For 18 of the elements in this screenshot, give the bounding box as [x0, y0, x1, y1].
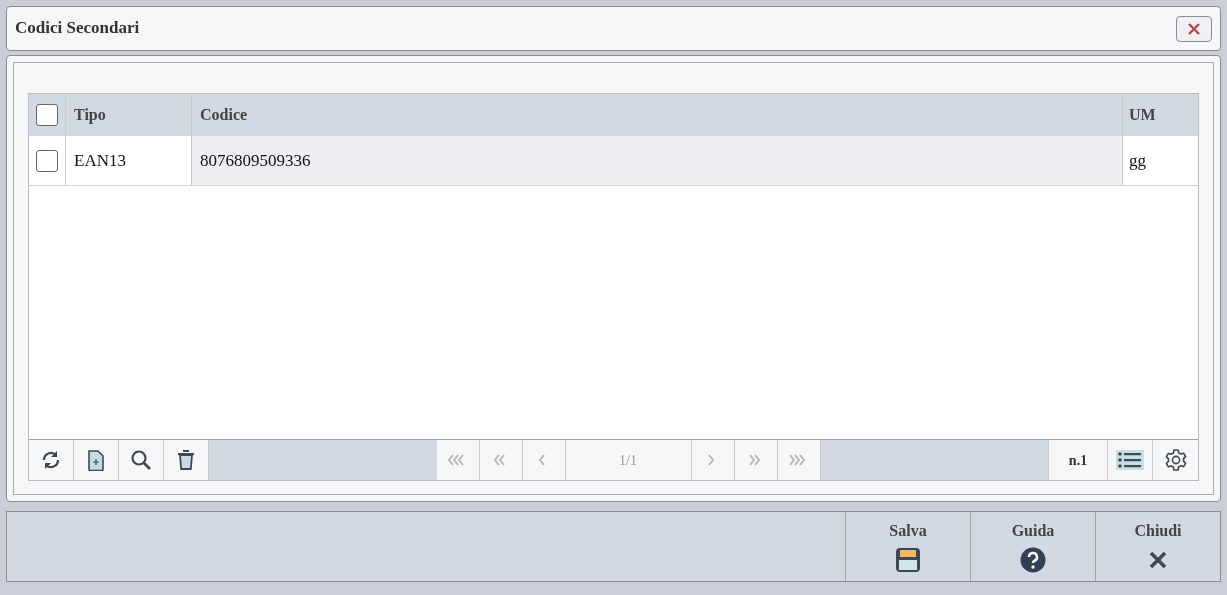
table-cell-text: 8076809509336	[200, 149, 311, 172]
table-cell-text: gg	[1129, 149, 1146, 172]
column-header: Tipo	[74, 105, 106, 126]
search-icon	[130, 449, 152, 471]
document-plus-icon	[85, 449, 107, 471]
record-count: n.1	[1048, 440, 1108, 480]
close-icon	[1187, 21, 1201, 36]
close-button[interactable]	[1176, 15, 1212, 42]
checkbox[interactable]	[36, 149, 58, 172]
refresh-icon	[40, 449, 62, 471]
settings-icon	[1163, 448, 1188, 472]
window-title: Codici Secondari	[15, 18, 140, 39]
column-header: Codice	[200, 105, 248, 125]
help-icon	[1020, 547, 1046, 573]
trash-icon	[175, 449, 197, 471]
table-cell-text: EAN13	[74, 149, 126, 172]
column-header: UM	[1129, 105, 1156, 125]
checkbox[interactable]	[36, 104, 58, 126]
